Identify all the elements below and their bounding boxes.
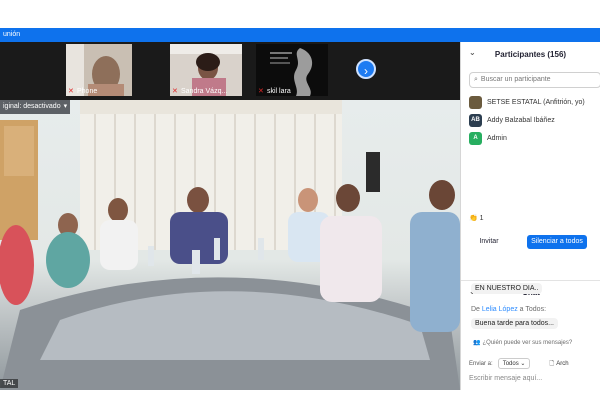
window-title: unión — [3, 31, 21, 38]
avatar — [469, 95, 482, 109]
active-speaker-name: TAL — [0, 379, 19, 388]
collapse-chevron-icon[interactable]: ⌄ — [469, 48, 476, 57]
meeting-room-image — [0, 100, 460, 390]
participant-search-input[interactable]: ⌕ Buscar un participante — [469, 72, 600, 88]
participant-row[interactable]: SETSE ESTATAL (Anfitrión, yo) — [469, 94, 600, 110]
mute-all-button[interactable]: Silenciar a todos — [527, 235, 587, 249]
chat-message: EN NUESTRO DIA.. — [471, 283, 543, 294]
thumbnail-name: ✕ skil lara — [258, 88, 291, 95]
search-icon: ⌕ — [474, 76, 478, 83]
sidebar-panel: ⌄ Participantes (156) ⌕ Buscar un partic… — [460, 42, 600, 390]
avatar: A — [469, 131, 482, 145]
participant-row[interactable]: A Admin — [469, 130, 600, 146]
file-icon: 🗋 — [549, 360, 555, 367]
clap-reaction-count: 👏 1 — [469, 215, 484, 222]
thumbnail-strip: ✕ Phone ✕ Sandra Vázq... ✕ skil lara › — [0, 42, 460, 100]
file-button[interactable]: 🗋 Arch — [549, 359, 568, 369]
video-thumbnail[interactable]: ✕ Phone — [66, 44, 132, 96]
chat-message-input[interactable]: Escribir mensaje aquí... — [469, 375, 599, 382]
chat-message: Buena tarde para todos... — [471, 318, 558, 329]
thumbnail-name: ✕ Phone — [68, 88, 98, 95]
video-area: ✕ Phone ✕ Sandra Vázq... ✕ skil lara › i… — [0, 42, 460, 390]
original-sound-badge[interactable]: iginal: desactivado ▾ — [0, 100, 71, 114]
people-icon: 👥 — [473, 340, 481, 346]
window-titlebar: unión — [0, 28, 600, 42]
send-to-row: Enviar a: Todos ⌄ 🗋 Arch — [469, 358, 600, 369]
participants-header: ⌄ Participantes (156) — [469, 48, 567, 59]
mic-muted-icon: ✕ — [68, 88, 74, 95]
chevron-down-icon: ⌄ — [520, 361, 526, 367]
next-page-arrow-icon[interactable]: › — [356, 59, 376, 79]
mic-muted-icon: ✕ — [172, 88, 178, 95]
send-target-dropdown[interactable]: Todos ⌄ — [497, 358, 531, 369]
video-thumbnail[interactable]: ✕ Sandra Vázq... — [170, 44, 242, 96]
active-speaker-video: iginal: desactivado ▾ TAL — [0, 100, 460, 390]
zoom-meeting-window: unión ✕ Phone ✕ Sandra Vázq... ✕ skil la… — [0, 28, 600, 390]
who-can-see-messages[interactable]: 👥 ¿Quién puede ver sus mensajes? — [473, 339, 572, 347]
invite-button[interactable]: Invitar — [475, 235, 503, 249]
chat-message-sender: De Lelia López a Todos: — [471, 306, 547, 313]
avatar: AB — [469, 113, 482, 127]
dropdown-arrow-icon: ▾ — [63, 103, 68, 110]
participant-row[interactable]: AB Addy Balzabal Ibáñez — [469, 112, 600, 128]
clap-icon: 👏 — [469, 215, 478, 222]
thumbnail-name: ✕ Sandra Vázq... — [172, 88, 228, 95]
mic-muted-icon: ✕ — [258, 88, 264, 95]
video-thumbnail[interactable]: ✕ skil lara — [256, 44, 328, 96]
send-to-label: Enviar a: — [469, 360, 493, 367]
